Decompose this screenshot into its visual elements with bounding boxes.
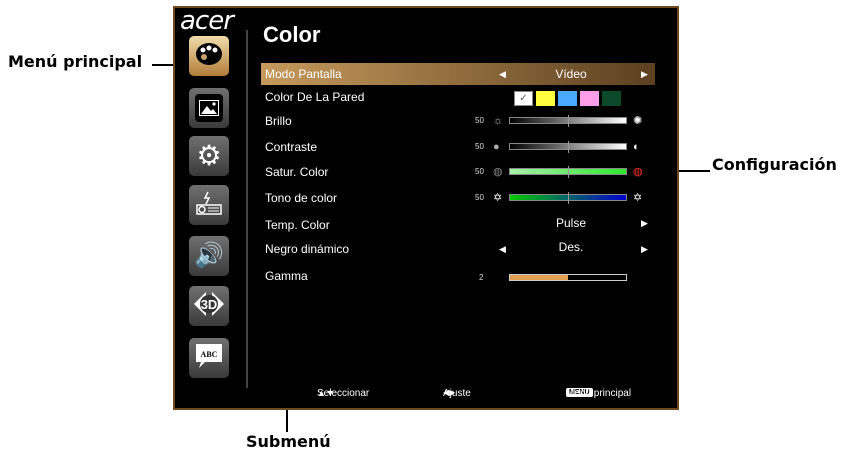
row-wall-color[interactable]: Color De La Pared ✓ [261, 86, 655, 108]
abc-speech-icon: ABC [193, 341, 225, 376]
picture-icon [195, 94, 223, 122]
row-label: Brillo [265, 114, 292, 128]
row-value: 50 [475, 193, 484, 202]
right-arrow-icon[interactable]: ▶ [641, 238, 648, 260]
sidebar-item-color[interactable] [189, 36, 229, 76]
left-arrow-icon[interactable]: ◀ [499, 238, 506, 260]
row-display-mode[interactable]: Modo Pantalla ◀ Vídeo ▶ [261, 63, 655, 85]
gear-icon: ⚙ [196, 140, 222, 171]
row-value: 50 [475, 167, 484, 176]
row-contrast[interactable]: Contraste 50 ● ◐ [261, 136, 655, 158]
saturation-high-icon: ◍ [633, 166, 643, 178]
row-value: Vídeo [555, 67, 587, 81]
right-arrow-icon[interactable]: ▶ [641, 63, 648, 85]
menu-divider [246, 30, 248, 388]
contrast-slider[interactable] [509, 141, 627, 153]
row-label: Modo Pantalla [265, 67, 342, 81]
row-brightness[interactable]: Brillo 50 ☼ ✺ [261, 110, 655, 132]
sidebar-item-management[interactable] [189, 185, 229, 225]
gamma-fill [510, 275, 568, 280]
3d-icon: 3D [192, 289, 226, 324]
saturation-slider[interactable] [509, 166, 627, 178]
row-color-temp[interactable]: Temp. Color Pulse ▶ [261, 214, 655, 236]
contrast-high-icon: ◐ [633, 141, 640, 153]
row-gamma[interactable]: Gamma 2 [261, 265, 655, 287]
row-label: Satur. Color [265, 165, 329, 179]
row-dynamic-black[interactable]: Negro dinámico ◀ Des. ▶ [261, 238, 655, 260]
brightness-slider[interactable] [509, 115, 627, 127]
main-menu-callout: Menú principal [8, 52, 143, 71]
row-label: Temp. Color [265, 218, 330, 232]
saturation-low-icon: ◍ [493, 166, 503, 178]
row-tint[interactable]: Tono de color 50 ✡ ✡ [261, 187, 655, 209]
tint-slider[interactable] [509, 192, 627, 204]
contrast-low-icon: ● [493, 141, 500, 153]
swatch-white[interactable]: ✓ [514, 91, 533, 106]
sun-low-icon: ☼ [493, 115, 504, 127]
sun-high-icon: ✺ [633, 115, 643, 127]
sidebar-item-image[interactable] [189, 88, 229, 128]
submenu-callout: Submenú [246, 432, 331, 451]
swatch-yellow[interactable] [536, 91, 555, 106]
projector-icon [196, 191, 222, 220]
sidebar-item-audio[interactable]: 🔊 [189, 236, 229, 276]
settings-callout: Configuración [712, 155, 837, 174]
row-value: Des. [558, 240, 584, 254]
sidebar-item-settings[interactable]: ⚙ [189, 136, 229, 176]
svg-text:ABC: ABC [201, 350, 218, 359]
swatch-green[interactable] [602, 91, 621, 106]
swatch-pink[interactable] [580, 91, 599, 106]
svg-text:3D: 3D [201, 297, 218, 312]
acer-logo: acer [180, 6, 234, 36]
row-value: 2 [479, 273, 484, 282]
row-label: Gamma [265, 269, 308, 283]
sidebar-item-3d[interactable]: 3D [189, 286, 229, 326]
row-value: 50 [475, 142, 484, 151]
swatch-blue[interactable] [558, 91, 577, 106]
sidebar-item-language[interactable]: ABC [189, 338, 229, 378]
row-saturation[interactable]: Satur. Color 50 ◍ ◍ [261, 161, 655, 183]
page-title: Color [263, 22, 321, 47]
speaker-icon: 🔊 [194, 242, 224, 269]
gamma-slider[interactable] [509, 274, 627, 281]
tint-low-icon: ✡ [493, 192, 503, 204]
right-arrow-icon[interactable]: ▶ [641, 212, 648, 234]
row-label: Contraste [265, 140, 318, 154]
row-value: Pulse [555, 216, 587, 230]
row-label: Negro dinámico [265, 242, 350, 256]
palette-icon [194, 41, 224, 72]
row-label: Tono de color [265, 191, 338, 205]
row-label: Color De La Pared [265, 90, 365, 104]
osd-window: acer ⚙ 🔊 3D ABC Color Modo Pantalla ◀ Ví… [173, 6, 679, 410]
left-arrow-icon[interactable]: ◀ [499, 63, 506, 85]
row-value: 50 [475, 116, 484, 125]
tint-high-icon: ✡ [633, 192, 643, 204]
